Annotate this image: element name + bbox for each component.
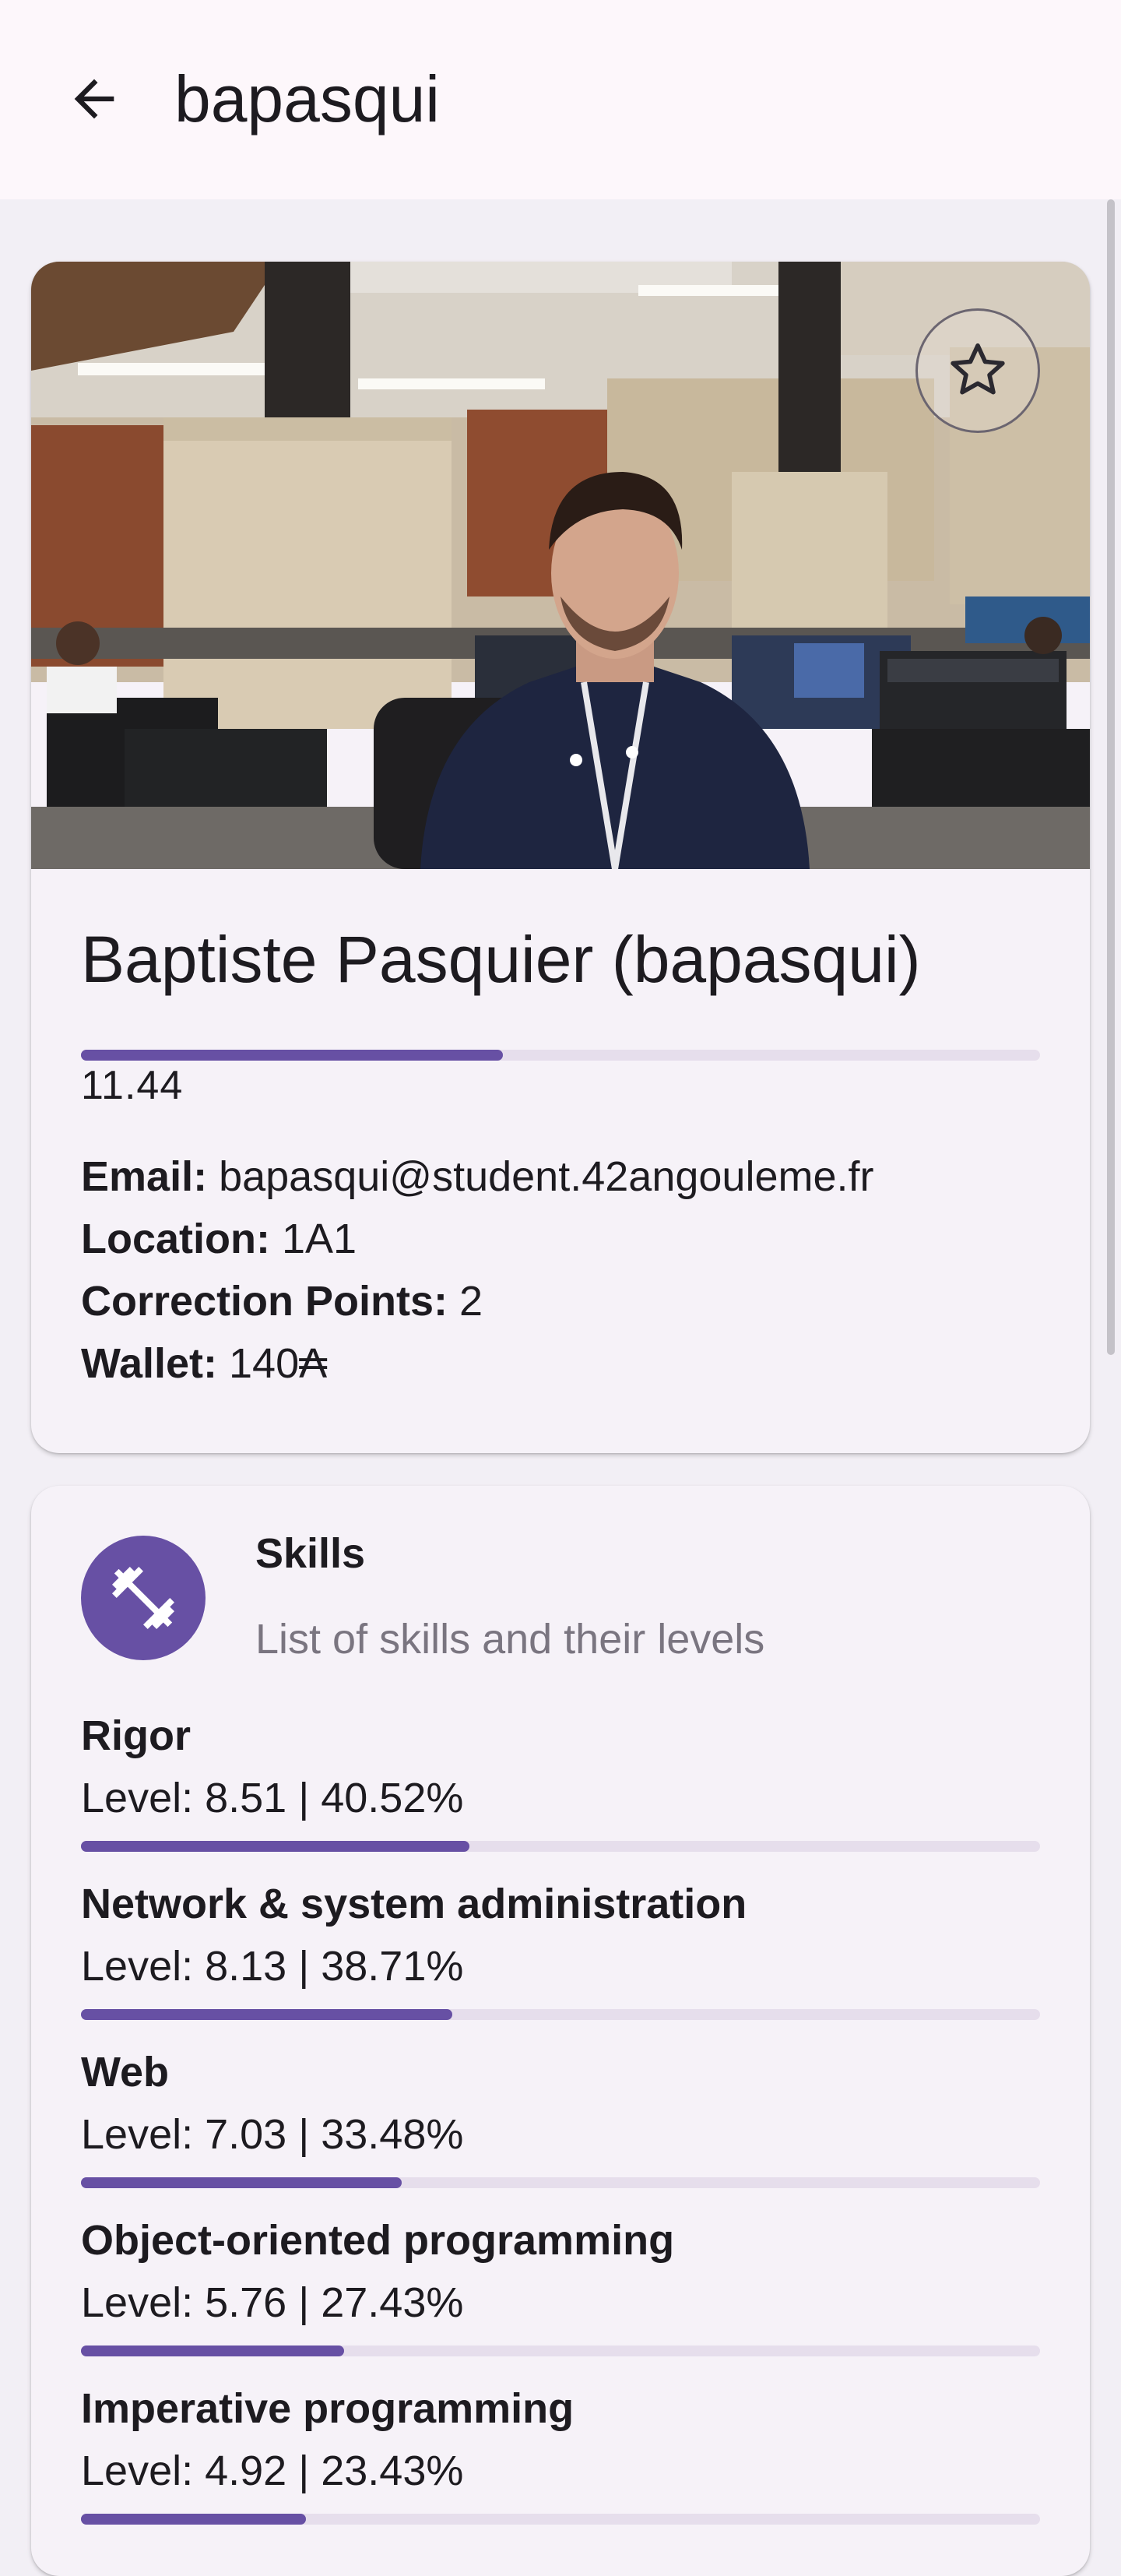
skill-progress-fill — [81, 2177, 402, 2188]
skill-progress-fill — [81, 2009, 452, 2020]
skill-item: Network & system administration Level: 8… — [81, 1880, 1040, 2048]
fitness-dumbbell-icon — [112, 1567, 174, 1629]
email-row: Email: bapasqui@student.42angouleme.fr — [81, 1153, 873, 1201]
skills-avatar — [81, 1536, 206, 1660]
arrow-back-icon — [74, 79, 114, 119]
wallet-value: 140₳ — [229, 1340, 328, 1387]
skill-item: Web Level: 7.03 | 33.48% — [81, 2048, 1040, 2216]
correction-points-label: Correction Points: — [81, 1278, 448, 1325]
level-progress-fill — [81, 1050, 504, 1061]
star-outline-icon — [951, 343, 1005, 395]
skill-item: Imperative programming Level: 4.92 | 23.… — [81, 2384, 1040, 2553]
back-button[interactable] — [51, 56, 137, 142]
favorite-button[interactable] — [915, 308, 1040, 433]
skill-name: Object-oriented programming — [81, 2217, 675, 2264]
profile-card: Baptiste Pasquier (bapasqui) 11.44 Email… — [31, 262, 1090, 1453]
skill-progress-fill — [81, 2514, 306, 2525]
app-bar: bapasqui — [0, 0, 1121, 199]
skill-name: Rigor — [81, 1712, 191, 1759]
email-label: Email: — [81, 1153, 208, 1200]
wallet-label: Wallet: — [81, 1340, 217, 1387]
skill-level: Level: 4.92 | 23.43% — [81, 2448, 464, 2494]
skills-title: Skills — [255, 1530, 366, 1577]
skill-name: Imperative programming — [81, 2385, 575, 2432]
wallet-row: Wallet: 140₳ — [81, 1339, 327, 1388]
location-row: Location: 1A1 — [81, 1215, 357, 1263]
profile-name: Baptiste Pasquier (bapasqui) — [81, 923, 921, 996]
skill-progress-bar — [81, 2177, 1040, 2188]
skill-level: Level: 8.13 | 38.71% — [81, 1943, 464, 1990]
correction-points-row: Correction Points: 2 — [81, 1277, 483, 1325]
skill-progress-fill — [81, 1841, 470, 1852]
skills-card: Skills List of skills and their levels R… — [31, 1486, 1090, 2576]
skill-item: Object-oriented programming Level: 5.76 … — [81, 2216, 1040, 2384]
skills-subtitle: List of skills and their levels — [255, 1616, 765, 1663]
skill-level: Level: 8.51 | 40.52% — [81, 1775, 464, 1821]
skill-name: Web — [81, 2049, 170, 2096]
correction-points-value: 2 — [459, 1278, 483, 1325]
scrollbar[interactable] — [1107, 199, 1115, 1355]
skill-progress-bar — [81, 1841, 1040, 1852]
level-value: 11.44 — [81, 1063, 184, 1108]
page-title: bapasqui — [174, 62, 440, 135]
location-label: Location: — [81, 1216, 270, 1262]
email-value: bapasqui@student.42angouleme.fr — [219, 1153, 874, 1200]
skill-item: Rigor Level: 8.51 | 40.52% — [81, 1712, 1040, 1880]
skill-progress-bar — [81, 2345, 1040, 2356]
level-progress-bar — [81, 1050, 1040, 1061]
skill-level: Level: 7.03 | 33.48% — [81, 2111, 464, 2158]
skill-progress-bar — [81, 2514, 1040, 2525]
location-value: 1A1 — [282, 1216, 357, 1262]
skill-progress-fill — [81, 2345, 344, 2356]
skill-level: Level: 5.76 | 27.43% — [81, 2279, 464, 2326]
skill-progress-bar — [81, 2009, 1040, 2020]
skill-name: Network & system administration — [81, 1881, 747, 1927]
